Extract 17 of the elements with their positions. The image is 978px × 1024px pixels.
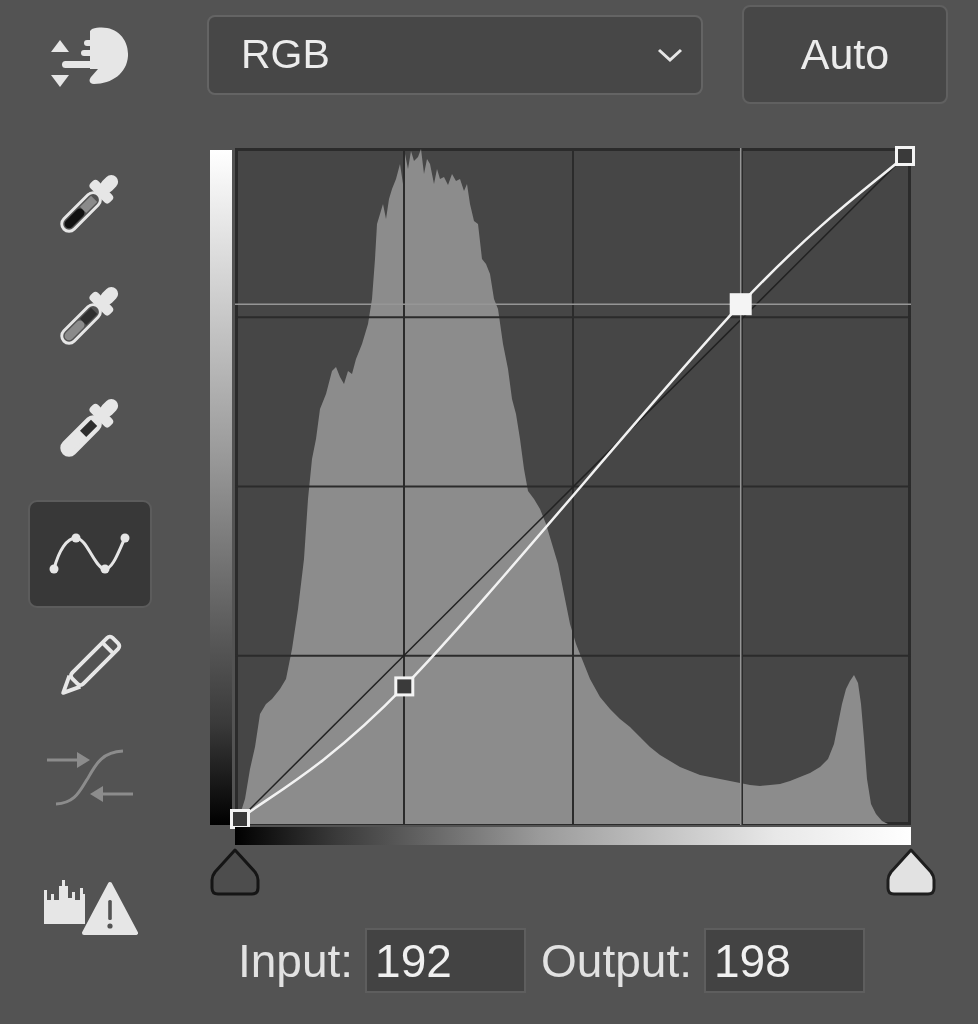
slider-thumb[interactable] xyxy=(210,848,260,896)
auto-button[interactable]: Auto xyxy=(742,5,948,104)
curve-point-handle[interactable] xyxy=(394,676,415,697)
chevron-down-icon xyxy=(657,46,683,63)
histogram-warning-icon xyxy=(42,878,138,936)
hand-with-arrows-icon xyxy=(50,26,130,88)
curve-point-handle[interactable] xyxy=(729,293,752,316)
tool-button[interactable] xyxy=(28,500,152,608)
output-value-field[interactable]: 198 xyxy=(703,928,865,993)
curve-point-handle[interactable] xyxy=(230,809,250,829)
channel-dropdown[interactable]: RGB xyxy=(207,14,703,95)
tool-button[interactable] xyxy=(42,878,138,936)
curve-point-handle[interactable] xyxy=(895,146,915,166)
input-range-slider[interactable] xyxy=(210,827,936,897)
tool-button[interactable] xyxy=(50,26,130,88)
slider-thumb[interactable] xyxy=(886,848,936,896)
input-value-field[interactable]: 192 xyxy=(365,928,527,993)
